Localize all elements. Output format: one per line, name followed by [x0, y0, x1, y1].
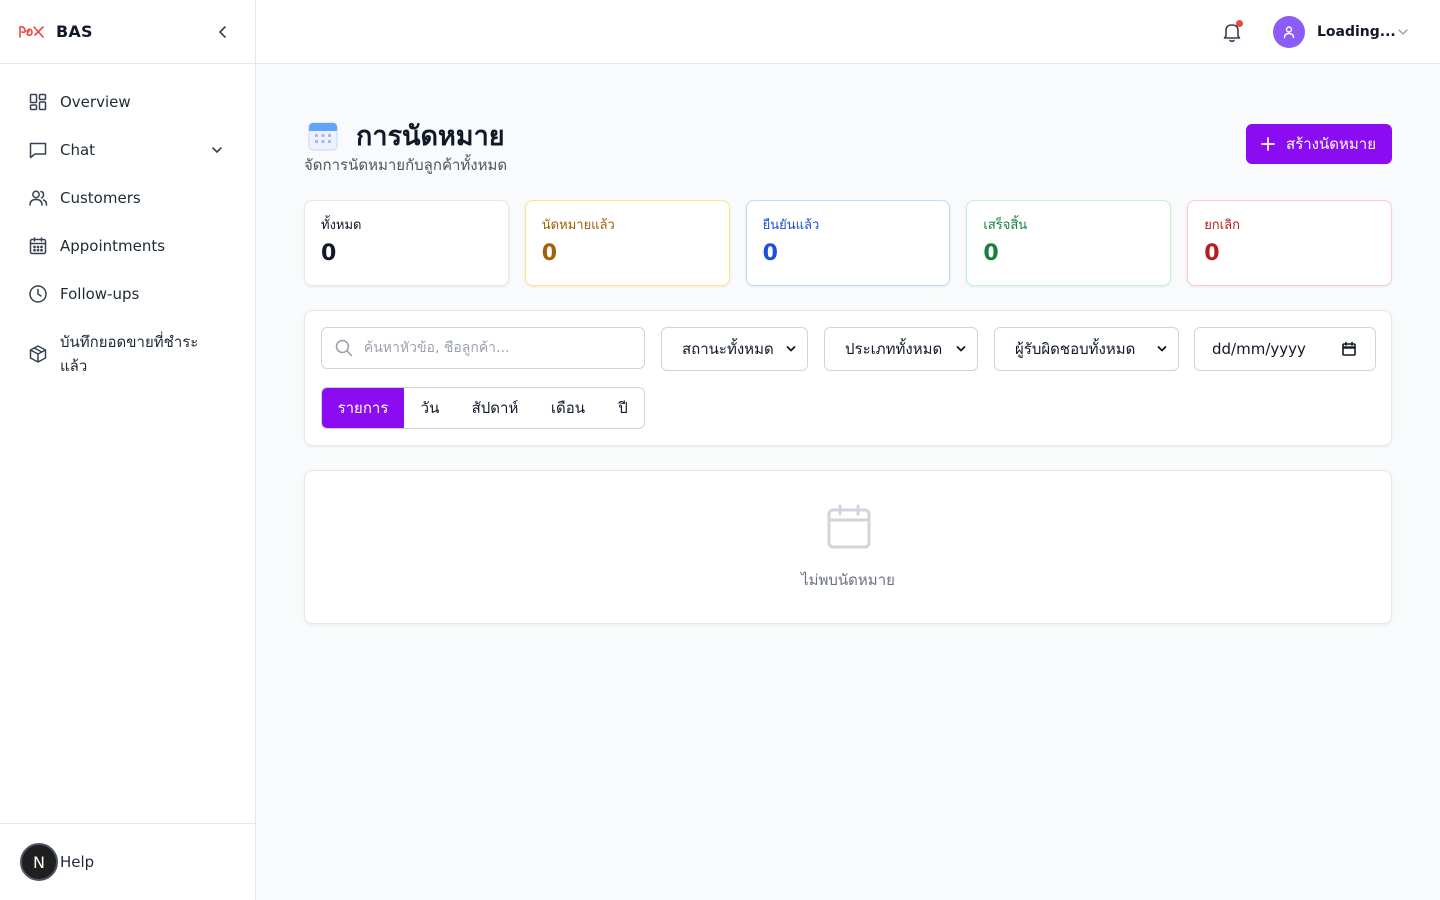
- sidebar-item-label: Customers: [60, 189, 141, 207]
- type-filter-select[interactable]: ประเภททั้งหมด: [824, 327, 978, 371]
- empty-state-panel: ไม่พบนัดหมาย: [304, 470, 1392, 624]
- user-menu[interactable]: Loading...: [1273, 16, 1411, 48]
- page-header: การนัดหมาย จัดการนัดหมายกับลูกค้าทั้งหมด…: [304, 64, 1392, 200]
- chevron-down-icon[interactable]: [207, 140, 227, 160]
- assignee-filter-select[interactable]: ผู้รับผิดชอบทั้งหมด: [994, 327, 1179, 371]
- sidebar-item-label: Overview: [60, 93, 131, 111]
- stat-value: 0: [321, 241, 337, 266]
- sidebar: BAS Overview Chat Customers Appointments…: [0, 0, 256, 900]
- chevron-down-icon: [786, 346, 796, 352]
- page-subtitle: จัดการนัดหมายกับลูกค้าทั้งหมด: [304, 156, 508, 174]
- page-title: การนัดหมาย: [356, 121, 505, 152]
- create-appointment-label: สร้างนัดหมาย: [1286, 135, 1376, 153]
- user-name: Loading...: [1317, 24, 1396, 40]
- chevron-left-icon: [219, 26, 226, 38]
- tab-week[interactable]: สัปดาห์: [456, 388, 534, 428]
- sidebar-footer: N Help: [0, 823, 255, 900]
- filter-panel: สถานะทั้งหมด ประเภททั้งหมด ผู้รับผิดชอบท…: [304, 310, 1392, 446]
- tab-label: รายการ: [337, 399, 389, 417]
- tab-label: ปี: [618, 399, 628, 417]
- calendar-emoji-icon: [308, 122, 338, 150]
- status-filter-value: สถานะทั้งหมด: [682, 340, 774, 358]
- sidebar-item-paid-sales[interactable]: บันทึกยอดขายที่ชำระแล้ว: [0, 318, 255, 390]
- search-box[interactable]: [321, 327, 645, 369]
- stat-label: เสร็จสิ้น: [983, 218, 1028, 233]
- tab-label: สัปดาห์: [471, 399, 519, 417]
- sidebar-item-chat[interactable]: Chat: [0, 126, 255, 174]
- calendar-picker-icon[interactable]: [1341, 341, 1357, 357]
- sidebar-item-label: บันทึกยอดขายที่ชำระแล้ว: [60, 333, 199, 375]
- notifications-button[interactable]: [1220, 20, 1244, 44]
- chevron-down-icon: [1398, 29, 1408, 35]
- stat-card-total: ทั้งหมด 0: [304, 200, 509, 286]
- tab-day[interactable]: วัน: [404, 388, 456, 428]
- sidebar-item-overview[interactable]: Overview: [0, 78, 255, 126]
- search-input[interactable]: [363, 340, 632, 356]
- notification-dot: [1236, 20, 1243, 27]
- create-appointment-button[interactable]: สร้างนัดหมาย: [1246, 124, 1392, 164]
- title-row: การนัดหมาย: [308, 114, 505, 157]
- sidebar-item-label: Appointments: [60, 237, 166, 255]
- users-icon: [28, 188, 48, 208]
- user-icon: [1283, 26, 1295, 39]
- sidebar-item-customers[interactable]: Customers: [0, 174, 255, 222]
- tab-label: เดือน: [550, 399, 586, 417]
- calendar-empty-icon: [827, 504, 871, 549]
- stat-value: 0: [1204, 241, 1220, 266]
- help-link[interactable]: Help: [60, 853, 94, 871]
- dashboard-icon: [28, 92, 48, 112]
- stat-value: 0: [762, 241, 778, 266]
- date-filter-placeholder: dd/mm/yyyy: [1212, 340, 1306, 358]
- user-avatar: [1273, 16, 1305, 48]
- stat-card-completed: เสร็จสิ้น 0: [966, 200, 1172, 286]
- stat-card-cancelled: ยกเลิก 0: [1187, 200, 1392, 286]
- plus-icon: [1261, 137, 1275, 151]
- help-avatar[interactable]: N: [20, 843, 58, 881]
- logo[interactable]: BAS: [18, 22, 93, 41]
- tab-year[interactable]: ปี: [602, 388, 644, 428]
- sidebar-item-appointments[interactable]: Appointments: [0, 222, 255, 270]
- date-filter-input[interactable]: dd/mm/yyyy: [1194, 327, 1376, 371]
- calendar-icon: [28, 236, 48, 256]
- clock-icon: [28, 284, 48, 304]
- view-tabs: รายการ วัน สัปดาห์ เดือน ปี: [321, 387, 645, 429]
- tab-month[interactable]: เดือน: [534, 388, 602, 428]
- chevron-down-icon: [956, 346, 966, 352]
- sidebar-nav: Overview Chat Customers Appointments Fol…: [0, 64, 255, 390]
- type-filter-value: ประเภททั้งหมด: [845, 340, 943, 358]
- sidebar-header: BAS: [0, 0, 255, 64]
- stat-value: 0: [541, 241, 558, 266]
- brand-name: BAS: [56, 22, 93, 41]
- sidebar-item-label: Chat: [60, 141, 96, 159]
- status-filter-select[interactable]: สถานะทั้งหมด: [661, 327, 808, 371]
- package-icon: [28, 344, 48, 364]
- collapse-sidebar-button[interactable]: [213, 22, 233, 42]
- sidebar-item-label: Follow-ups: [60, 285, 140, 303]
- stat-label: ทั้งหมด: [321, 218, 362, 233]
- stats-row: ทั้งหมด 0 นัดหมายแล้ว 0 ยืนยันแล้ว 0 เสร…: [304, 200, 1392, 286]
- chat-icon: [28, 140, 48, 160]
- tab-list[interactable]: รายการ: [322, 388, 404, 428]
- assignee-filter-value: ผู้รับผิดชอบทั้งหมด: [1015, 340, 1136, 358]
- chevron-down-icon: [1157, 346, 1167, 352]
- search-icon: [335, 339, 353, 357]
- stat-value: 0: [983, 241, 999, 266]
- stat-label: ยกเลิก: [1204, 218, 1240, 233]
- stat-card-confirmed: ยืนยันแล้ว 0: [745, 200, 951, 286]
- tab-label: วัน: [420, 399, 440, 417]
- stat-label: นัดหมายแล้ว: [541, 218, 615, 233]
- stat-card-scheduled: นัดหมายแล้ว 0: [524, 200, 730, 286]
- logo-mark-icon: [19, 25, 44, 38]
- sidebar-item-follow-ups[interactable]: Follow-ups: [0, 270, 255, 318]
- stat-label: ยืนยันแล้ว: [762, 218, 820, 233]
- empty-state-text: ไม่พบนัดหมาย: [801, 571, 895, 589]
- main-content: การนัดหมาย จัดการนัดหมายกับลูกค้าทั้งหมด…: [304, 64, 1392, 624]
- topbar: Loading...: [256, 0, 1440, 64]
